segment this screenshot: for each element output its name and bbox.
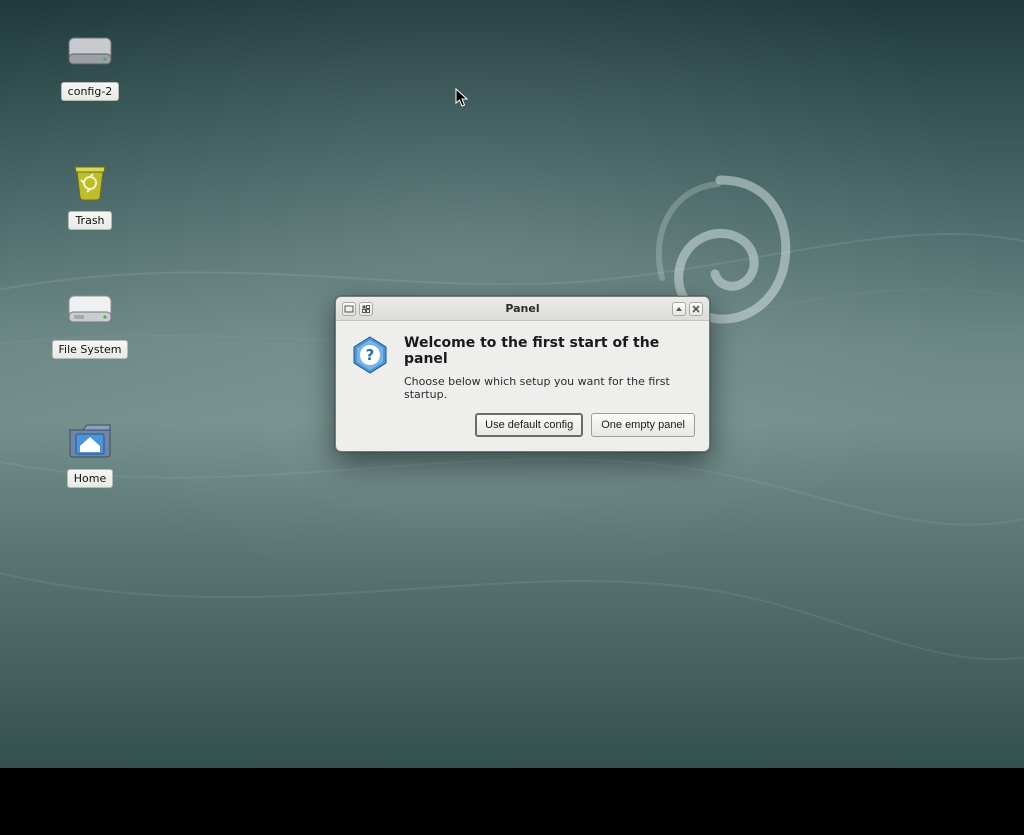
desktop-icon-label: File System: [52, 340, 129, 359]
desktop-icon-label: Trash: [68, 211, 111, 230]
svg-text:?: ?: [366, 346, 375, 364]
desktop-icon-config-2[interactable]: config-2: [50, 28, 130, 101]
dialog-titlebar[interactable]: Panel: [336, 297, 709, 321]
use-default-config-button[interactable]: Use default config: [475, 413, 583, 437]
window-menu-button[interactable]: [342, 302, 356, 316]
mouse-cursor-icon: [455, 88, 469, 108]
desktop-icon-filesystem[interactable]: File System: [50, 286, 130, 359]
home-folder-icon: [66, 415, 114, 463]
desktop-icon-label: Home: [67, 469, 113, 488]
question-icon: ?: [350, 335, 390, 375]
letterbox-bottom: [0, 768, 1024, 835]
drive-icon: [66, 286, 114, 334]
dialog-body: ? Welcome to the first start of the pane…: [336, 321, 709, 413]
trash-icon: [66, 157, 114, 205]
window-sticky-button[interactable]: [359, 302, 373, 316]
dialog-heading: Welcome to the first start of the panel: [404, 335, 693, 367]
drive-icon: [66, 28, 114, 76]
panel-dialog: Panel ? Welcome to the firs: [335, 296, 710, 452]
window-close-button[interactable]: [689, 302, 703, 316]
desktop-icon-trash[interactable]: Trash: [50, 157, 130, 230]
desktop-icon-label: config-2: [61, 82, 120, 101]
dialog-title: Panel: [336, 302, 709, 315]
one-empty-panel-button[interactable]: One empty panel: [591, 413, 695, 437]
dialog-message: Choose below which setup you want for th…: [404, 375, 693, 401]
desktop-icon-home[interactable]: Home: [50, 415, 130, 488]
desktop[interactable]: config-2 Trash: [0, 0, 1024, 768]
window-shade-button[interactable]: [672, 302, 686, 316]
dialog-button-row: Use default config One empty panel: [336, 413, 709, 451]
desktop-icons: config-2 Trash: [50, 28, 130, 488]
